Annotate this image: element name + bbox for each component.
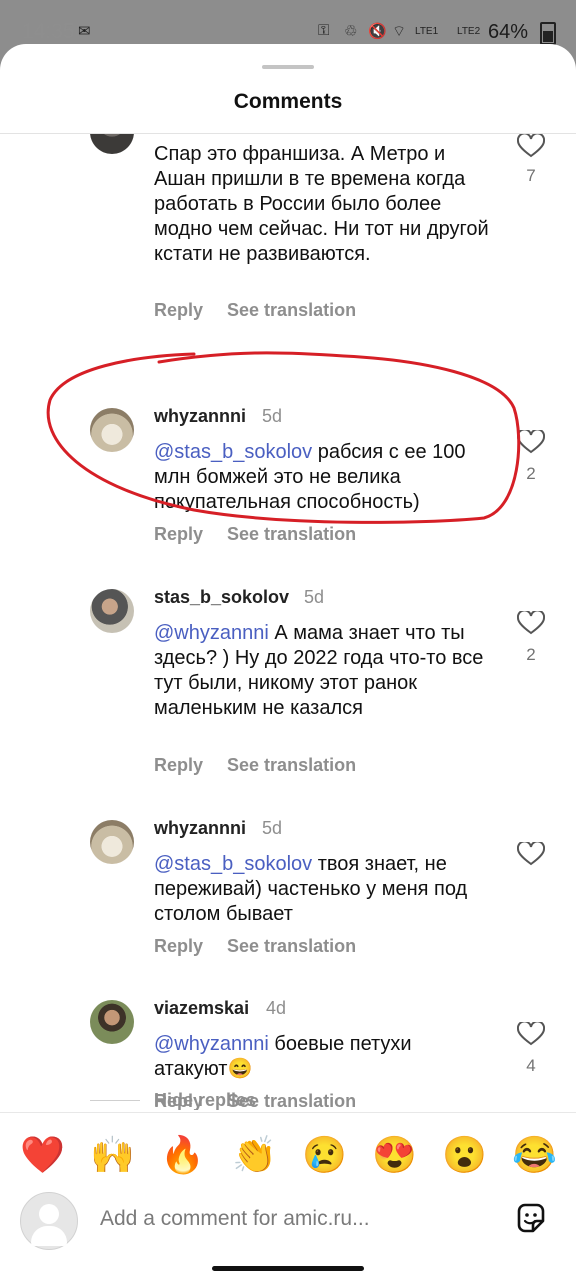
comment-text: @whyzannni А мама знает что ты здесь? ) … [154, 621, 484, 721]
mention-link[interactable]: @whyzannni [154, 1033, 269, 1055]
reaction-surprised-icon[interactable]: 😮 [442, 1135, 487, 1175]
comment-composer: Add a comment for amic.ru... [0, 1180, 576, 1266]
like-count: 2 [526, 464, 536, 483]
comment-text: @stas_b_sokolov рабсия с ее 100 млн бомж… [154, 440, 494, 515]
mention-link[interactable]: @stas_b_sokolov [154, 853, 312, 875]
comment-time: 4d [266, 998, 287, 1018]
reaction-heart-icon[interactable]: ❤️ [20, 1135, 65, 1175]
recycle-icon: ♲ [344, 23, 358, 40]
see-translation-button[interactable]: See translation [227, 936, 356, 956]
comment-username[interactable]: viazemskai [154, 998, 249, 1019]
comment-list[interactable]: Спар это франшиза. А Метро и Ашан пришли… [0, 134, 576, 1110]
like-icon[interactable] [517, 611, 545, 635]
like-icon[interactable] [517, 134, 545, 158]
comments-sheet: Comments Спар это франшиза. А Метро и Аш… [0, 44, 576, 1280]
reply-button[interactable]: Reply [154, 300, 203, 320]
comment-time: 5d [262, 818, 283, 838]
like-icon[interactable] [517, 1022, 545, 1046]
sticker-icon[interactable] [514, 1202, 548, 1236]
like-count: 2 [526, 645, 536, 664]
avatar[interactable] [90, 820, 134, 864]
hide-replies-line [90, 1100, 140, 1101]
see-translation-button[interactable]: See translation [227, 755, 356, 775]
wifi-icon: ⌔ [392, 23, 407, 40]
avatar[interactable] [90, 134, 134, 154]
reply-button[interactable]: Reply [154, 755, 203, 775]
reply-button[interactable]: Reply [154, 524, 203, 544]
comment-actions: Reply See translation [154, 300, 380, 321]
my-avatar [20, 1192, 78, 1250]
lte1-label: LTE1 [415, 26, 439, 37]
reply-button[interactable]: Reply [154, 936, 203, 956]
comment-text: Спар это франшиза. А Метро и Ашан пришли… [154, 143, 489, 265]
comment-username[interactable]: stas_b_sokolov [154, 587, 289, 608]
sheet-title: Comments [233, 90, 343, 113]
reaction-laughing-icon[interactable]: 😂 [512, 1135, 557, 1175]
comment-text: @whyzannni боевые петухи атакуют😄 [154, 1032, 454, 1082]
status-time: 14:35 [22, 20, 75, 43]
hide-replies-button[interactable]: Hide replies [154, 1090, 256, 1110]
lte2-label: LTE2 [457, 26, 481, 37]
comment-username[interactable]: whyzannni [154, 406, 246, 427]
reaction-fire-icon[interactable]: 🔥 [160, 1135, 205, 1175]
see-translation-button[interactable]: See translation [227, 300, 356, 320]
reaction-raised-hands-icon[interactable]: 🙌 [90, 1135, 135, 1175]
mute-icon: 🔇 [368, 23, 387, 40]
avatar[interactable] [90, 408, 134, 452]
key-icon: ⚿ [318, 22, 330, 39]
battery-icon [540, 22, 556, 45]
comment-username[interactable]: whyzannni [154, 818, 246, 839]
mention-link[interactable]: @stas_b_sokolov [154, 441, 312, 463]
reaction-heart-eyes-icon[interactable]: 😍 [372, 1135, 417, 1175]
comment-time: 5d [262, 406, 283, 426]
comment-actions: Reply See translation [154, 936, 380, 957]
reaction-crying-icon[interactable]: 😢 [302, 1135, 347, 1175]
like-icon[interactable] [517, 842, 545, 866]
comment-actions: Reply See translation [154, 524, 380, 545]
reaction-clap-icon[interactable]: 👏 [232, 1135, 277, 1175]
avatar[interactable] [90, 1000, 134, 1044]
comment-actions: Reply See translation [154, 755, 380, 776]
drag-handle[interactable] [262, 65, 314, 69]
see-translation-button[interactable]: See translation [227, 524, 356, 544]
home-indicator[interactable] [212, 1266, 364, 1271]
like-icon[interactable] [517, 430, 545, 454]
gmail-icon: ✉ [78, 23, 91, 40]
avatar[interactable] [90, 589, 134, 633]
like-count: 4 [526, 1056, 536, 1075]
battery-percent: 64% [487, 21, 528, 43]
comment-time: 5d [304, 587, 325, 607]
mention-link[interactable]: @whyzannni [154, 622, 269, 644]
comment-input[interactable]: Add a comment for amic.ru... [100, 1207, 370, 1231]
like-count: 7 [526, 166, 536, 185]
comment-text: @stas_b_sokolov твоя знает, не переживай… [154, 852, 489, 927]
